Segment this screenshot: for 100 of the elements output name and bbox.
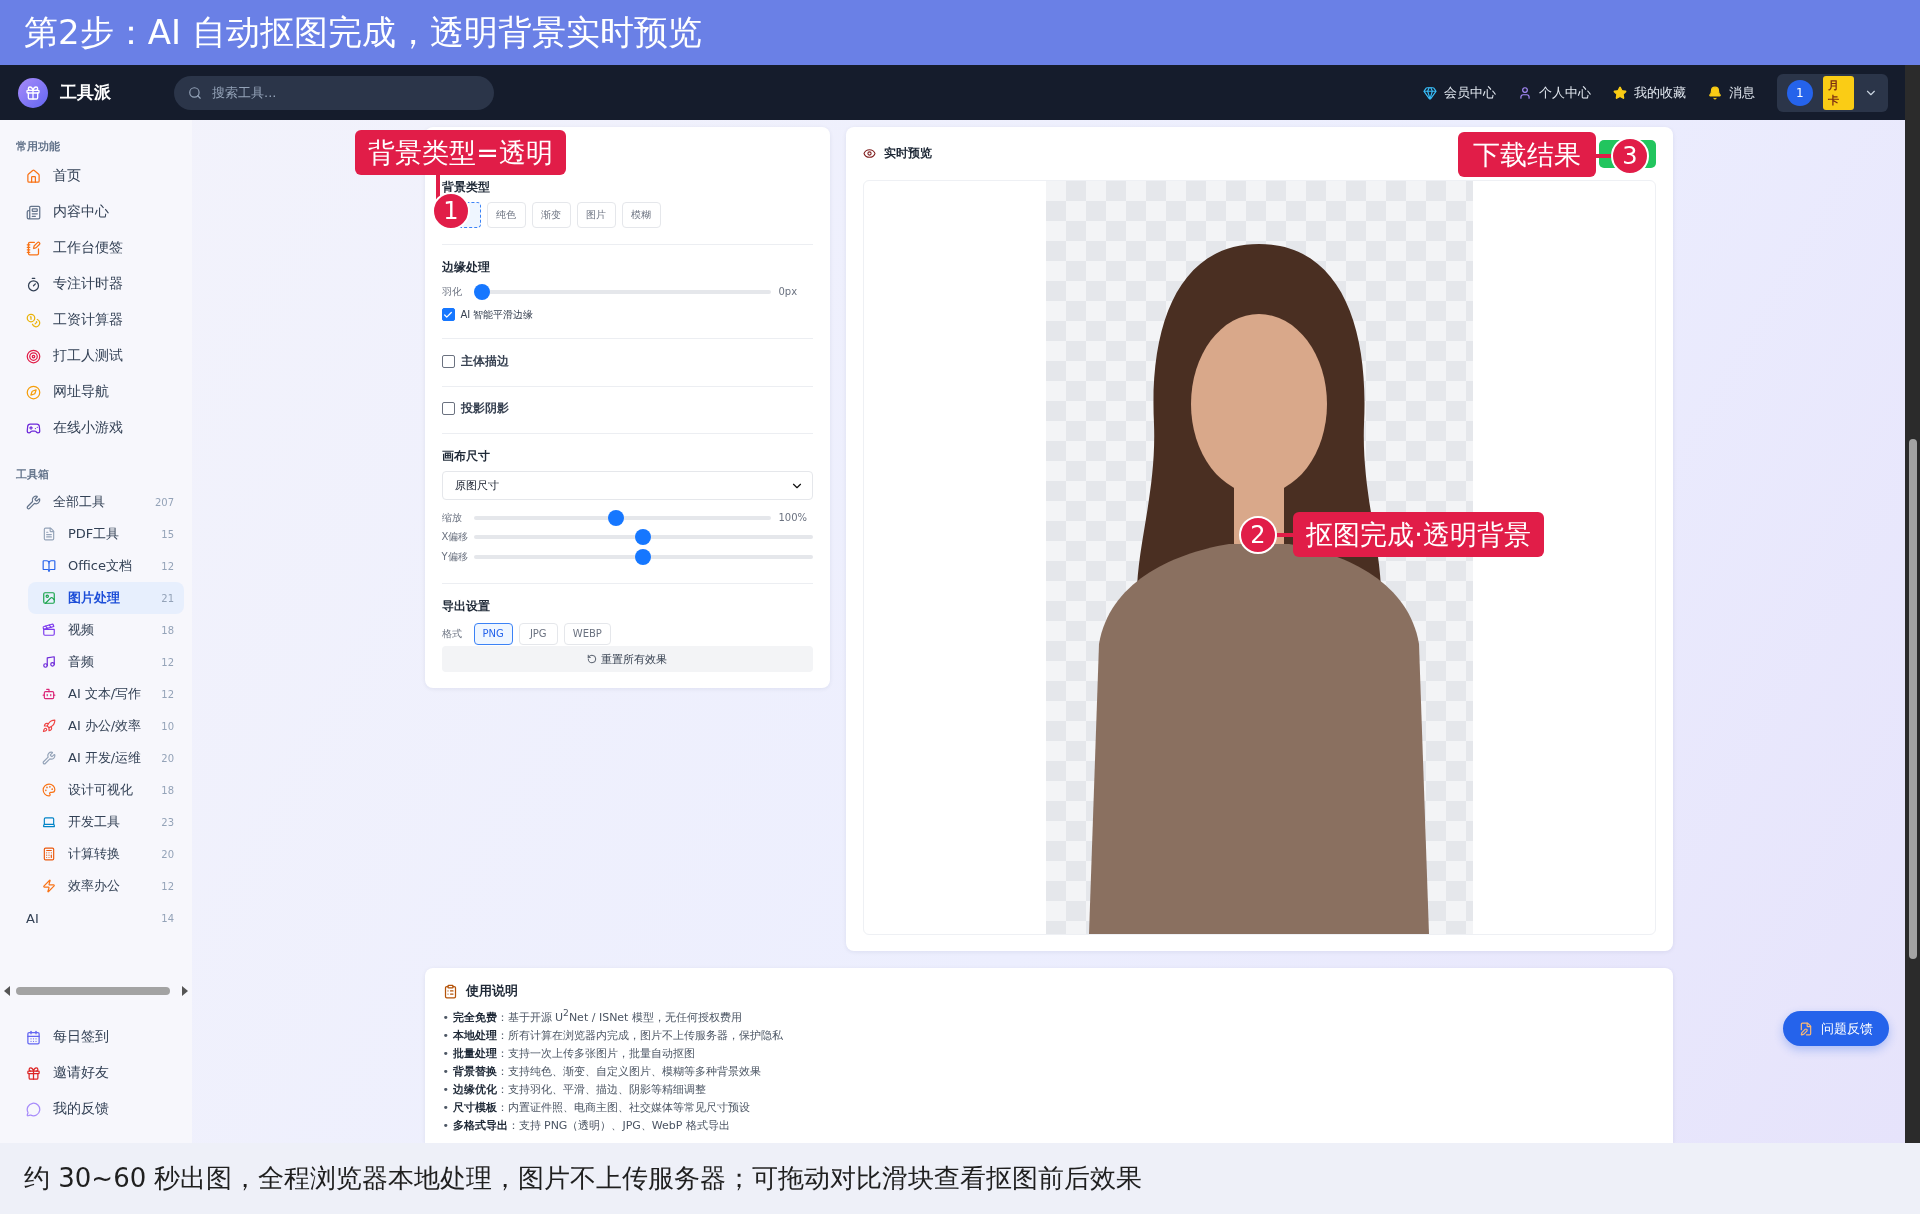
item-count: 23	[161, 816, 174, 828]
wrench-icon	[42, 751, 56, 765]
reset-icon	[587, 654, 597, 665]
slider-thumb[interactable]	[608, 509, 625, 526]
slider-thumb[interactable]	[473, 283, 490, 300]
sidebar-item[interactable]: AI 14	[16, 902, 184, 934]
feather-slider[interactable]	[473, 283, 771, 300]
calendar-icon	[26, 1029, 41, 1045]
caption-text: 约 30~60 秒出图，全程浏览器本地处理，图片不上传服务器；可拖动对比滑块查看抠图前后效果	[24, 1162, 1143, 1195]
lightning-icon	[42, 879, 56, 893]
sidebar-item[interactable]: 打工人测试	[16, 338, 184, 374]
sidebar-item[interactable]: 效率办公 12	[28, 870, 184, 902]
clipboard-icon	[442, 983, 458, 999]
section-heading: 工具箱	[15, 466, 50, 483]
document-icon	[42, 527, 56, 541]
panel-title: 使用说明	[465, 982, 518, 1000]
usage-item: • 批量处理：支持一次上传多张图片，批量自动抠图	[442, 1045, 696, 1062]
group-label: 画布尺寸	[441, 448, 491, 466]
eye-icon	[862, 147, 876, 160]
search-field[interactable]: 搜索工具...	[174, 75, 494, 110]
header-link[interactable]: 消息	[1708, 83, 1755, 102]
sidebar-item[interactable]: 计算转换 20	[28, 838, 184, 870]
star-icon	[1613, 85, 1627, 100]
background-option[interactable]: 渐变	[531, 202, 571, 228]
user-avatar: 1	[1787, 79, 1813, 106]
sidebar-item[interactable]: AI 开发/运维 20	[28, 742, 184, 774]
sidebar-item[interactable]: 邀请好友	[16, 1055, 184, 1091]
laptop-icon	[42, 815, 56, 829]
item-count: 12	[161, 656, 174, 668]
calculator-icon	[42, 847, 56, 861]
sidebar-item[interactable]: 我的反馈	[16, 1091, 184, 1127]
sidebar-item[interactable]: 图片处理 21	[28, 582, 184, 614]
brand-name: 工具派	[60, 81, 112, 104]
sidebar-item[interactable]: 开发工具 23	[28, 806, 184, 838]
reset-button[interactable]: 重置所有效果	[441, 646, 813, 672]
canvas-slider[interactable]	[473, 529, 813, 546]
usage-item: • 完全免费：基于开源 U$^{2}$Net / ISNet 模型，无任何授权费用	[442, 1006, 743, 1026]
target-icon	[26, 348, 41, 364]
sidebar-item[interactable]: 音频 12	[28, 646, 184, 678]
sidebar-item[interactable]: 视频 18	[28, 614, 184, 646]
gamepad-icon	[26, 420, 41, 436]
header-link[interactable]: 会员中心	[1423, 83, 1496, 102]
stopwatch-icon	[26, 276, 41, 292]
header-link[interactable]: 我的收藏	[1613, 83, 1686, 102]
sidebar-item[interactable]: Office文档 12	[28, 550, 184, 582]
checkbox-label: 主体描边	[460, 352, 509, 370]
canvas-slider[interactable]	[473, 509, 771, 526]
canvas-size-select[interactable]: 原图尺寸	[441, 471, 813, 500]
sidebar-item[interactable]: 每日签到	[16, 1019, 184, 1055]
notepad-icon	[26, 240, 41, 256]
item-count: 18	[161, 784, 174, 796]
user-menu[interactable]: 1 月卡	[1777, 73, 1888, 112]
sidebar-item[interactable]: AI 办公/效率 10	[28, 710, 184, 742]
sidebar-item[interactable]: 全部工具 207	[16, 486, 184, 518]
sidebar-item[interactable]: 首页	[16, 158, 184, 194]
sidebar-item[interactable]: AI 文本/写作 12	[28, 678, 184, 710]
background-option[interactable]: 模糊	[621, 202, 661, 228]
item-count: 21	[161, 592, 174, 604]
checkbox[interactable]	[441, 308, 455, 321]
sidebar-item[interactable]: PDF工具 15	[28, 518, 184, 550]
rocket-icon	[42, 719, 56, 733]
music-note-icon	[42, 655, 56, 669]
item-count: 12	[161, 560, 174, 572]
checkbox[interactable]	[441, 402, 455, 416]
slider-label: X偏移	[441, 530, 466, 545]
step-title: 第2步：AI 自动抠图完成，透明背景实时预览	[24, 10, 702, 54]
format-option[interactable]: JPG	[518, 622, 558, 645]
sidebar-item[interactable]: 工资计算器	[16, 302, 184, 338]
format-option[interactable]: PNG	[473, 622, 513, 645]
item-count: 12	[161, 688, 174, 700]
membership-badge: 月卡	[1822, 75, 1855, 110]
sidebar-item[interactable]: 内容中心	[16, 194, 184, 230]
sidebar-item[interactable]: 设计可视化 18	[28, 774, 184, 806]
format-option[interactable]: WEBP	[563, 622, 611, 645]
item-count: 10	[161, 720, 174, 732]
panel-title: 实时预览	[883, 145, 932, 162]
sidebar-item[interactable]: 专注计时器	[16, 266, 184, 302]
document-pen-icon	[1799, 1021, 1813, 1036]
sidebar-item[interactable]: 在线小游戏	[16, 410, 184, 446]
vertical-scrollbar[interactable]	[1905, 65, 1920, 1143]
book-icon	[42, 559, 56, 573]
sidebar-item[interactable]: 网址导航	[16, 374, 184, 410]
canvas-slider[interactable]	[473, 549, 813, 566]
slider-thumb[interactable]	[635, 529, 651, 546]
checkbox-label: AI 智能平滑边缘	[460, 307, 534, 322]
item-count: 14	[161, 912, 174, 924]
logo-icon[interactable]	[18, 77, 48, 108]
checkbox[interactable]	[441, 354, 455, 368]
sidebar-item[interactable]: 工作台便签	[16, 230, 184, 266]
background-option[interactable]: 图片	[576, 202, 616, 228]
slider-thumb[interactable]	[635, 549, 651, 566]
feedback-button[interactable]: 问题反馈	[1783, 1011, 1889, 1046]
header-link[interactable]: 个人中心	[1518, 83, 1591, 102]
group-label: 边缘处理	[441, 259, 491, 276]
robot-icon	[42, 687, 56, 701]
newspaper-icon	[26, 204, 41, 220]
picture-icon	[42, 591, 56, 605]
clapperboard-icon	[42, 623, 56, 637]
slider-label: 缩放	[441, 510, 463, 525]
background-option[interactable]: 纯色	[486, 202, 526, 228]
